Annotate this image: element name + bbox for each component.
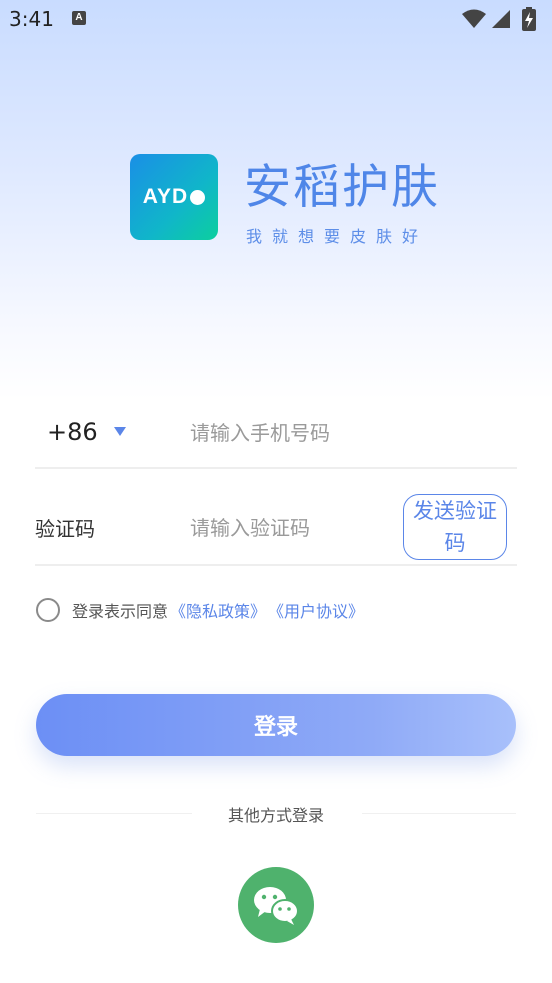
privacy-policy-link[interactable]: 《隐私政策》 — [170, 598, 266, 622]
caret-down-icon[interactable] — [114, 427, 126, 436]
brand-name: 安稻护肤 — [244, 160, 440, 215]
send-code-button[interactable]: 发送验证码 — [403, 494, 507, 560]
battery-charging-icon — [522, 7, 536, 31]
wifi-icon — [462, 9, 486, 28]
agreement-text: 登录表示同意 — [72, 602, 169, 621]
status-bar: 3:41 A — [0, 0, 552, 38]
a-icon: A — [72, 11, 86, 25]
login-button[interactable]: 登录 — [36, 694, 516, 756]
phone-input[interactable] — [190, 417, 510, 449]
other-login-label: 其他方式登录 — [227, 806, 324, 825]
code-label: 验证码 — [35, 517, 95, 541]
brand-slogan: 我就想要皮肤好 — [246, 227, 429, 246]
logo-dot — [190, 189, 206, 205]
code-input[interactable] — [190, 512, 390, 544]
user-agreement-link[interactable]: 《用户协议》 — [268, 598, 364, 622]
wechat-login-button[interactable] — [238, 867, 314, 943]
status-icons — [462, 7, 542, 31]
agree-checkbox[interactable] — [36, 598, 60, 622]
phone-row: +86 — [35, 405, 517, 469]
agreement: 登录表示同意 《隐私政策》 《用户协议》 — [36, 596, 364, 624]
signal-icon — [492, 10, 510, 28]
code-row: 验证码 发送验证码 — [35, 494, 517, 566]
status-time: 3:41 — [9, 7, 54, 31]
country-code-selector[interactable]: +86 — [47, 418, 98, 446]
logo-text: AYD — [142, 185, 189, 208]
wechat-icon — [254, 887, 299, 925]
app-logo: AYD — [130, 154, 218, 240]
